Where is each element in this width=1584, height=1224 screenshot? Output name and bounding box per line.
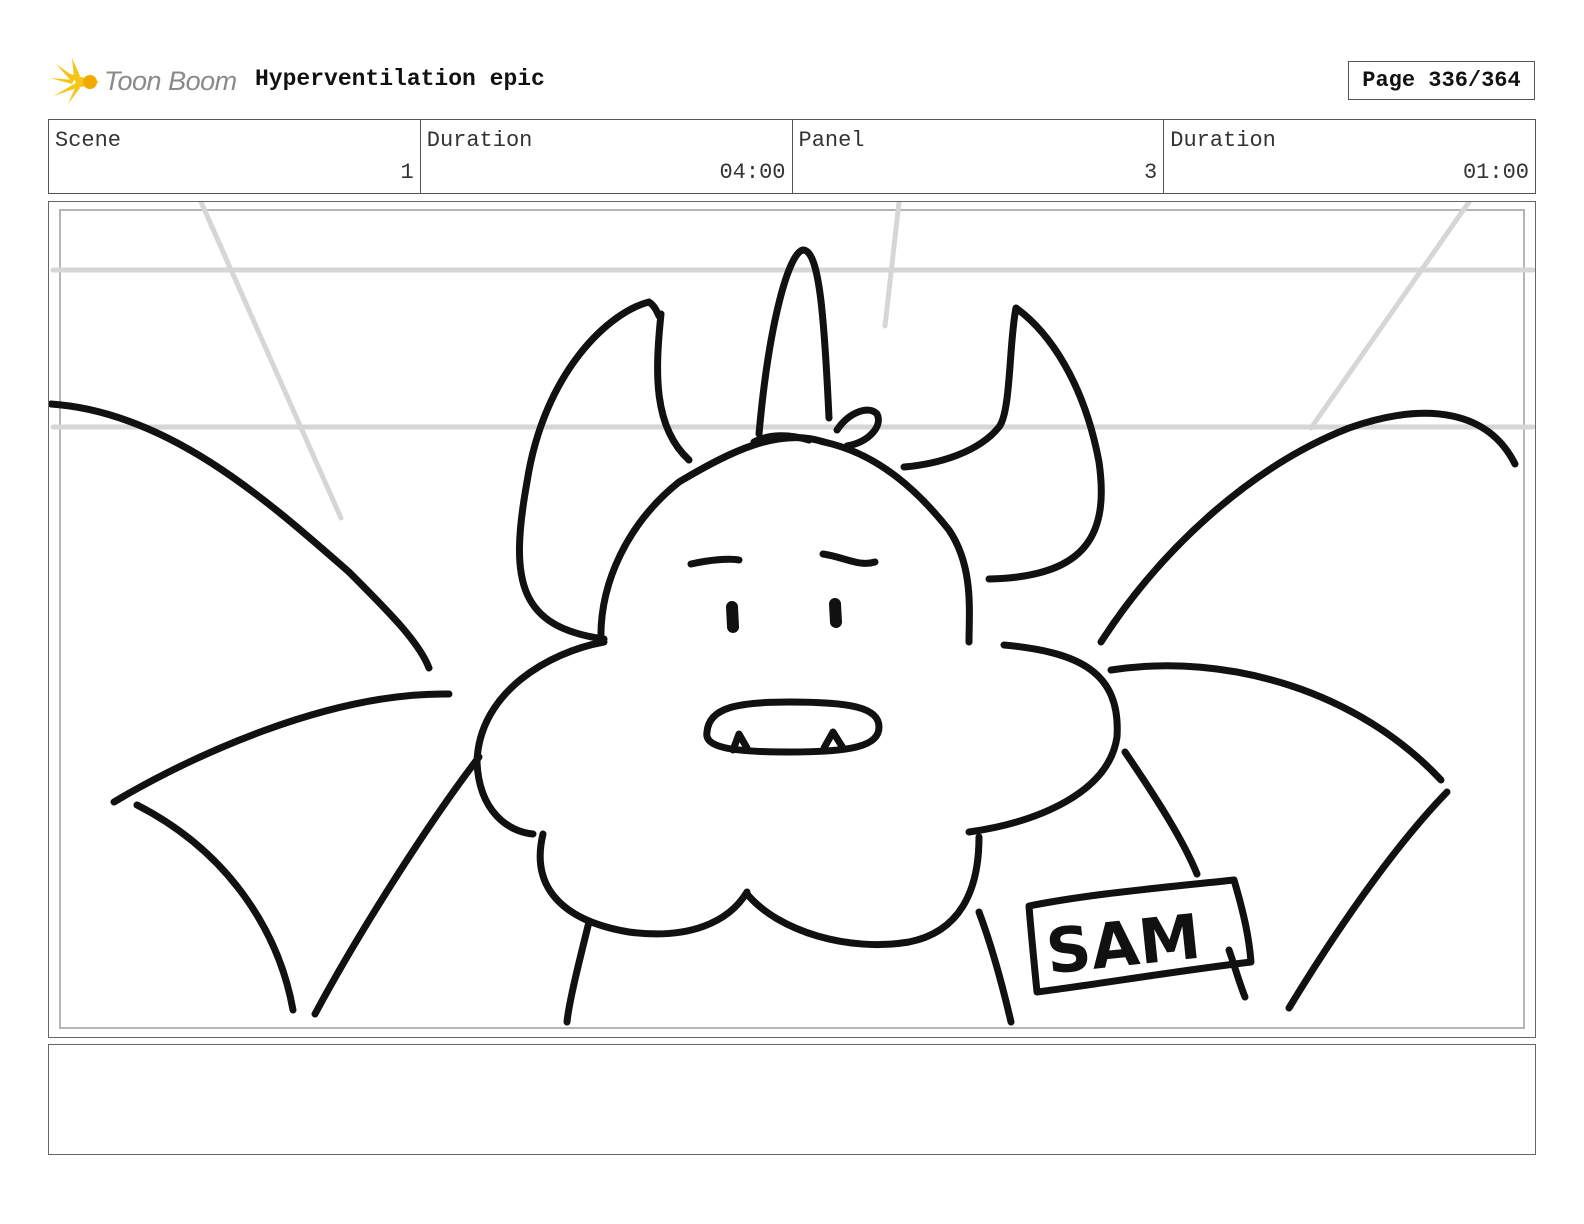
panel-sketch: SAM: [49, 202, 1535, 1026]
scene-duration-value: 04:00: [719, 160, 786, 185]
panel-duration-cell: Duration 01:00: [1164, 120, 1535, 193]
panel-notes-area[interactable]: [48, 1044, 1536, 1155]
page-indicator: Page 336/364: [1348, 61, 1535, 100]
bat-character-sketch: [49, 246, 1519, 1026]
panel-value: 3: [1144, 160, 1158, 185]
scene-duration-cell: Duration 04:00: [421, 120, 793, 193]
panel-duration-value: 01:00: [1462, 160, 1529, 185]
scene-label: Scene: [55, 128, 122, 153]
name-tag-text: SAM: [1043, 900, 1204, 989]
scene-value: 1: [400, 160, 414, 185]
toon-boom-logo: Toon Boom: [50, 56, 240, 106]
storyboard-panel: SAM: [48, 201, 1536, 1038]
scene-cell: Scene 1: [49, 120, 421, 193]
panel-cell: Panel 3: [793, 120, 1165, 193]
starburst-icon: [50, 58, 100, 104]
guide-lines: [50, 202, 1535, 521]
logo-text: Toon Boom: [104, 66, 237, 96]
panel-duration-label: Duration: [1170, 128, 1276, 153]
project-title: Hyperventilation epic: [255, 66, 545, 92]
panel-label: Panel: [798, 128, 865, 153]
scene-duration-label: Duration: [426, 128, 533, 153]
scene-info-table: Scene 1 Duration 04:00 Panel 3 Duration …: [48, 119, 1536, 194]
